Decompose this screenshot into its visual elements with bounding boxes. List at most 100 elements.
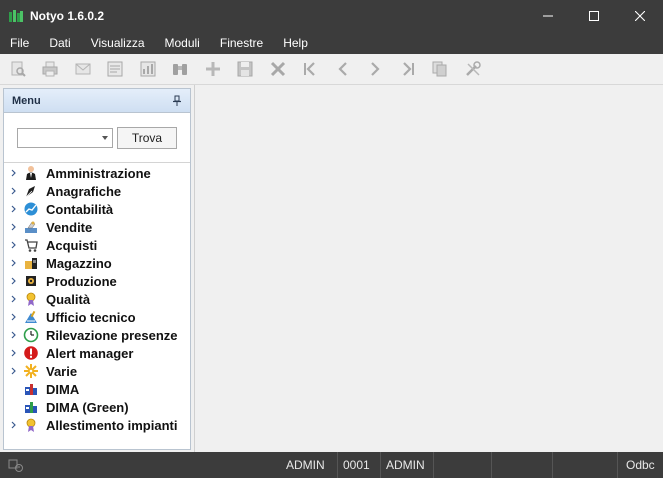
close-icon (635, 11, 645, 21)
menu-tree-item-label: Qualità (46, 291, 91, 307)
menu-help[interactable]: Help (273, 32, 318, 54)
menu-tree-item-label: Contabilità (46, 201, 114, 217)
chart-globe-icon (22, 200, 40, 218)
menu-finestre[interactable]: Finestre (210, 32, 273, 54)
menu-panel: Menu Trova Amministrazione Anagrafiche Con… (3, 88, 191, 450)
menu-visualizza[interactable]: Visualizza (81, 32, 155, 54)
menu-tree-item[interactable]: Alert manager (4, 344, 190, 362)
status-operator: ADMIN (380, 452, 432, 478)
chevron-right-icon[interactable] (8, 272, 20, 290)
menu-file[interactable]: File (0, 32, 39, 54)
misc-gear-icon (22, 362, 40, 380)
chevron-right-icon[interactable] (8, 326, 20, 344)
production-icon (22, 272, 40, 290)
delete-icon (270, 61, 285, 77)
menu-tree-item[interactable]: Contabilità (4, 200, 190, 218)
menu-tree-item[interactable]: Ufficio tecnico (4, 308, 190, 326)
chevron-right-icon[interactable] (8, 344, 20, 362)
chevron-down-icon[interactable] (102, 136, 108, 140)
form-button[interactable] (103, 57, 128, 82)
copy-button[interactable] (428, 57, 453, 82)
menu-tree-item[interactable]: Anagrafiche (4, 182, 190, 200)
menu-tree-item[interactable]: Produzione (4, 272, 190, 290)
menu-tree-item-label: Vendite (46, 219, 93, 235)
chevron-right-icon[interactable] (8, 416, 20, 434)
chevron-right-icon[interactable] (8, 200, 20, 218)
menu-tree-item-label: Amministrazione (46, 165, 151, 181)
maximize-icon (589, 11, 599, 21)
status-connection: Odbc (617, 452, 663, 478)
preview-icon (11, 61, 26, 77)
tools-button[interactable] (460, 57, 485, 82)
menu-tree-item[interactable]: DIMA (4, 380, 190, 398)
previous-record-button[interactable] (330, 57, 355, 82)
chevron-right-icon[interactable] (8, 164, 20, 182)
menu-tree-item[interactable]: Rilevazione presenze (4, 326, 190, 344)
connection-status-icon (8, 459, 23, 472)
last-icon (402, 62, 414, 76)
save-button[interactable] (233, 57, 258, 82)
dima-green-icon (22, 398, 40, 416)
chevron-right-icon[interactable] (8, 254, 20, 272)
menu-tree-item-label: Acquisti (46, 237, 98, 253)
warehouse-icon (22, 254, 40, 272)
menu-tree-item-label: Magazzino (46, 255, 112, 271)
menu-tree-item-label: Alert manager (46, 345, 134, 361)
new-button[interactable] (200, 57, 225, 82)
toolbar (0, 54, 663, 85)
quality-medal-icon (22, 290, 40, 308)
pen-icon (22, 182, 40, 200)
menu-moduli[interactable]: Moduli (155, 32, 210, 54)
close-button[interactable] (617, 0, 663, 32)
menu-search-combo[interactable] (17, 128, 113, 148)
chevron-right-icon[interactable] (8, 182, 20, 200)
last-record-button[interactable] (395, 57, 420, 82)
chevron-right-icon[interactable] (8, 308, 20, 326)
first-icon (304, 62, 315, 76)
chevron-right-icon[interactable] (8, 290, 20, 308)
menu-tree-item[interactable]: Qualità (4, 290, 190, 308)
chevron-right-icon[interactable] (8, 236, 20, 254)
report-icon (140, 61, 155, 77)
status-field-1 (433, 452, 490, 478)
minimize-button[interactable] (525, 0, 571, 32)
maximize-button[interactable] (571, 0, 617, 32)
menu-tree-item[interactable]: Vendite (4, 218, 190, 236)
menu-tree-item[interactable]: Amministrazione (4, 164, 190, 182)
title-bar: Notyo 1.6.0.2 (0, 0, 663, 32)
tools-icon (465, 61, 481, 76)
mdi-client-area (194, 85, 663, 452)
chevron-right-icon[interactable] (8, 362, 20, 380)
find-button-trova[interactable]: Trova (117, 127, 177, 149)
first-record-button[interactable] (298, 57, 323, 82)
menu-tree-item[interactable]: DIMA (Green) (4, 398, 190, 416)
chevron-right-icon[interactable] (8, 218, 20, 236)
sales-icon (22, 218, 40, 236)
menu-dati[interactable]: Dati (39, 32, 80, 54)
email-icon (75, 63, 90, 75)
find-button[interactable] (168, 57, 193, 82)
dima-icon (22, 380, 40, 398)
delete-button[interactable] (265, 57, 290, 82)
status-user: ADMIN (286, 458, 325, 472)
menu-tree-item[interactable]: Allestimento impianti (4, 416, 190, 434)
print-button[interactable] (38, 57, 63, 82)
next-icon (371, 62, 380, 76)
menu-tree-item[interactable]: Acquisti (4, 236, 190, 254)
new-icon (205, 62, 220, 76)
report-button[interactable] (135, 57, 160, 82)
email-button[interactable] (70, 57, 95, 82)
menu-tree-item-label: Varie (46, 363, 78, 379)
work-area: Menu Trova Amministrazione Anagrafiche Con… (0, 85, 663, 452)
status-bar: ADMIN 0001 ADMIN Odbc (0, 452, 663, 478)
menu-tree-item[interactable]: Varie (4, 362, 190, 380)
app-logo-icon (9, 10, 23, 22)
next-record-button[interactable] (363, 57, 388, 82)
menu-tree: Amministrazione Anagrafiche Contabilità Ven… (4, 163, 190, 434)
menu-tree-item-label: Allestimento impianti (46, 417, 178, 433)
menu-tree-item[interactable]: Magazzino (4, 254, 190, 272)
pin-icon[interactable] (172, 95, 182, 107)
preview-button[interactable] (5, 57, 30, 82)
previous-icon (337, 62, 347, 76)
